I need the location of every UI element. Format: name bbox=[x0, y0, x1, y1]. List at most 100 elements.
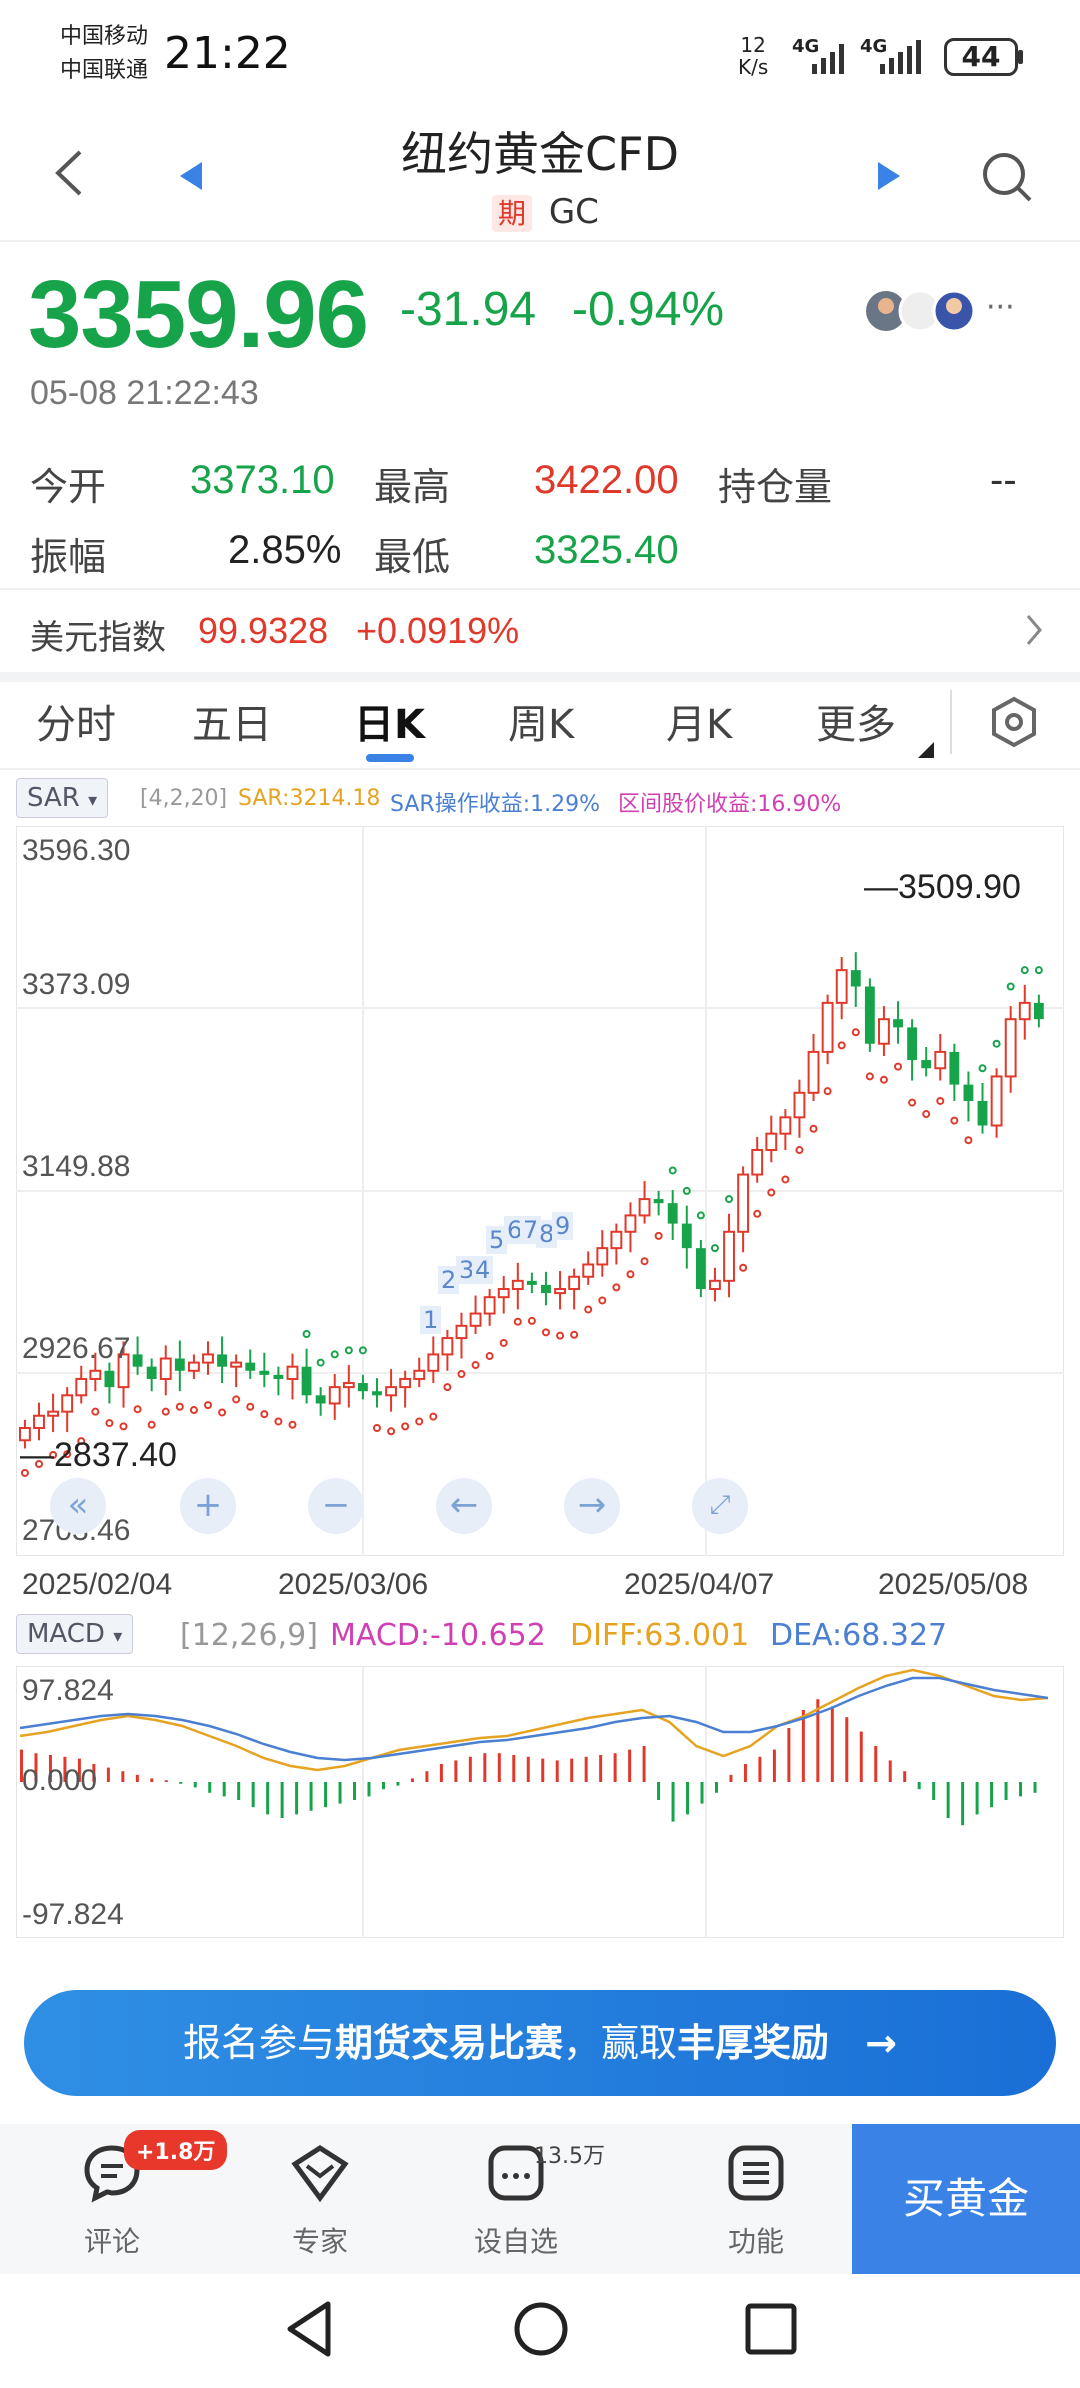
nav-recents-icon[interactable] bbox=[744, 2302, 798, 2356]
candle-body bbox=[286, 1365, 299, 1380]
macd-bar bbox=[439, 1764, 443, 1782]
candle-body bbox=[793, 1091, 806, 1119]
date-label-1: 2025/02/04 bbox=[22, 1568, 173, 1601]
candle-body bbox=[33, 1414, 45, 1430]
macd-bar bbox=[526, 1756, 530, 1782]
zoom-out-button[interactable]: − bbox=[308, 1478, 364, 1534]
macd-bar bbox=[497, 1753, 501, 1782]
macd-bar bbox=[1033, 1782, 1037, 1793]
candle-body bbox=[835, 969, 848, 1004]
candle-body bbox=[638, 1198, 651, 1217]
macd-bar bbox=[425, 1771, 429, 1782]
k-axis-3: 3149.88 bbox=[22, 1150, 131, 1183]
macd-bar bbox=[570, 1758, 574, 1782]
k-axis-top: 3596.30 bbox=[22, 834, 131, 867]
tab-intraday[interactable]: 分时 bbox=[36, 692, 116, 750]
macd-bar bbox=[946, 1782, 950, 1818]
banner-text-b: 期货交易比赛 bbox=[335, 2021, 564, 2065]
tab-separator bbox=[950, 690, 952, 754]
macd-bar bbox=[541, 1758, 545, 1782]
battery-tip bbox=[1018, 50, 1023, 64]
candle-body bbox=[174, 1358, 185, 1371]
candle-body bbox=[372, 1391, 382, 1396]
fullscreen-button[interactable]: ⤢ bbox=[692, 1478, 748, 1534]
k-min-value: 2837.40 bbox=[54, 1436, 177, 1474]
low-label: 最低 bbox=[374, 535, 451, 579]
macd-bar bbox=[454, 1760, 458, 1782]
next-button[interactable] bbox=[874, 160, 902, 196]
dea-value: DEA:68.327 bbox=[770, 1618, 948, 1653]
scroll-right-button[interactable]: → bbox=[564, 1478, 620, 1534]
functions-label: 功能 bbox=[727, 2225, 784, 2258]
macd-bar bbox=[150, 1778, 154, 1782]
macd-bar bbox=[135, 1774, 139, 1782]
amplitude-label: 振幅 bbox=[30, 535, 107, 579]
page-title: 纽约黄金CFD bbox=[401, 127, 679, 181]
candle-body bbox=[230, 1361, 243, 1368]
candle-body bbox=[1004, 1018, 1017, 1078]
candle-body bbox=[878, 1018, 890, 1045]
net-speed: 12 K/s bbox=[738, 34, 768, 78]
watch-count: 13.5万 bbox=[534, 2144, 605, 2169]
macd-bar bbox=[729, 1774, 733, 1782]
candle-body bbox=[667, 1203, 678, 1224]
candle-body bbox=[779, 1116, 792, 1135]
expert-button[interactable]: 专家 bbox=[250, 2142, 390, 2260]
nav-back-icon[interactable] bbox=[284, 2300, 334, 2358]
sub-title: 期 GC bbox=[492, 192, 632, 232]
macd-select[interactable]: MACD ▾ bbox=[16, 1614, 134, 1654]
macd-chart[interactable] bbox=[16, 1666, 1064, 1938]
avatar-group[interactable] bbox=[864, 288, 976, 338]
scroll-left-button[interactable]: ← bbox=[436, 1478, 492, 1534]
candle-body bbox=[427, 1353, 440, 1372]
macd-bar bbox=[628, 1749, 632, 1782]
chart-settings-button[interactable] bbox=[990, 696, 1038, 752]
tab-weekly-k[interactable]: 周K bbox=[508, 692, 574, 750]
macd-bar bbox=[657, 1782, 661, 1800]
macd-value: MACD:-10.652 bbox=[330, 1618, 546, 1653]
usd-index-change: +0.0919% bbox=[356, 610, 520, 651]
more-icon[interactable]: ··· bbox=[986, 290, 1015, 325]
candle-body bbox=[582, 1263, 595, 1278]
triangle-right-icon bbox=[878, 162, 900, 190]
header-divider bbox=[0, 240, 1080, 242]
candle-body bbox=[1033, 1002, 1044, 1020]
tab-five-day[interactable]: 五日 bbox=[192, 692, 272, 750]
candle-body bbox=[146, 1366, 157, 1379]
candle-body bbox=[695, 1248, 706, 1290]
tab-monthly-k[interactable]: 月K bbox=[666, 692, 732, 750]
candle-body bbox=[907, 1027, 918, 1061]
candle-body bbox=[159, 1357, 172, 1380]
buy-gold-button[interactable]: 买黄金 bbox=[852, 2124, 1080, 2274]
nav-home-icon[interactable] bbox=[512, 2300, 570, 2358]
banner-text-a: 报名参与 bbox=[183, 2021, 336, 2065]
fast-back-button[interactable]: « bbox=[50, 1478, 106, 1534]
macd-bar bbox=[642, 1746, 646, 1782]
indicator-select[interactable]: SAR ▾ bbox=[16, 778, 109, 818]
contest-banner[interactable]: 报名参与期货交易比赛，赢取丰厚奖励 → bbox=[24, 1990, 1056, 2096]
zoom-in-button[interactable]: + bbox=[180, 1478, 236, 1534]
comment-count-badge: +1.8万 bbox=[124, 2130, 228, 2170]
usd-index-row[interactable]: 美元指数 99.9328 +0.0919% bbox=[0, 590, 1080, 672]
macd-bar bbox=[686, 1782, 690, 1815]
oi-label: 持仓量 bbox=[718, 465, 833, 509]
comment-label: 评论 bbox=[83, 2225, 140, 2258]
carrier-1: 中国移动 bbox=[60, 24, 149, 49]
candle-body bbox=[821, 1001, 834, 1053]
high-label: 最高 bbox=[374, 465, 451, 509]
carrier-2: 中国联通 bbox=[60, 58, 149, 83]
macd-bar bbox=[961, 1782, 965, 1826]
k-axis-2: 3373.09 bbox=[22, 968, 131, 1001]
search-icon bbox=[983, 153, 1032, 202]
candle-body bbox=[245, 1362, 256, 1371]
k-min-label: —2837.40 bbox=[20, 1436, 177, 1474]
candle-body bbox=[610, 1230, 623, 1250]
macd-bar bbox=[743, 1764, 747, 1782]
macd-bar bbox=[714, 1782, 718, 1793]
tab-more[interactable]: 更多 bbox=[816, 692, 896, 750]
functions-button[interactable]: 功能 bbox=[686, 2142, 826, 2260]
tab-daily-k[interactable]: 日K bbox=[354, 692, 425, 750]
search-button[interactable] bbox=[980, 150, 1034, 208]
macd-params: [12,26,9] bbox=[180, 1618, 318, 1653]
candle-body bbox=[399, 1377, 412, 1389]
